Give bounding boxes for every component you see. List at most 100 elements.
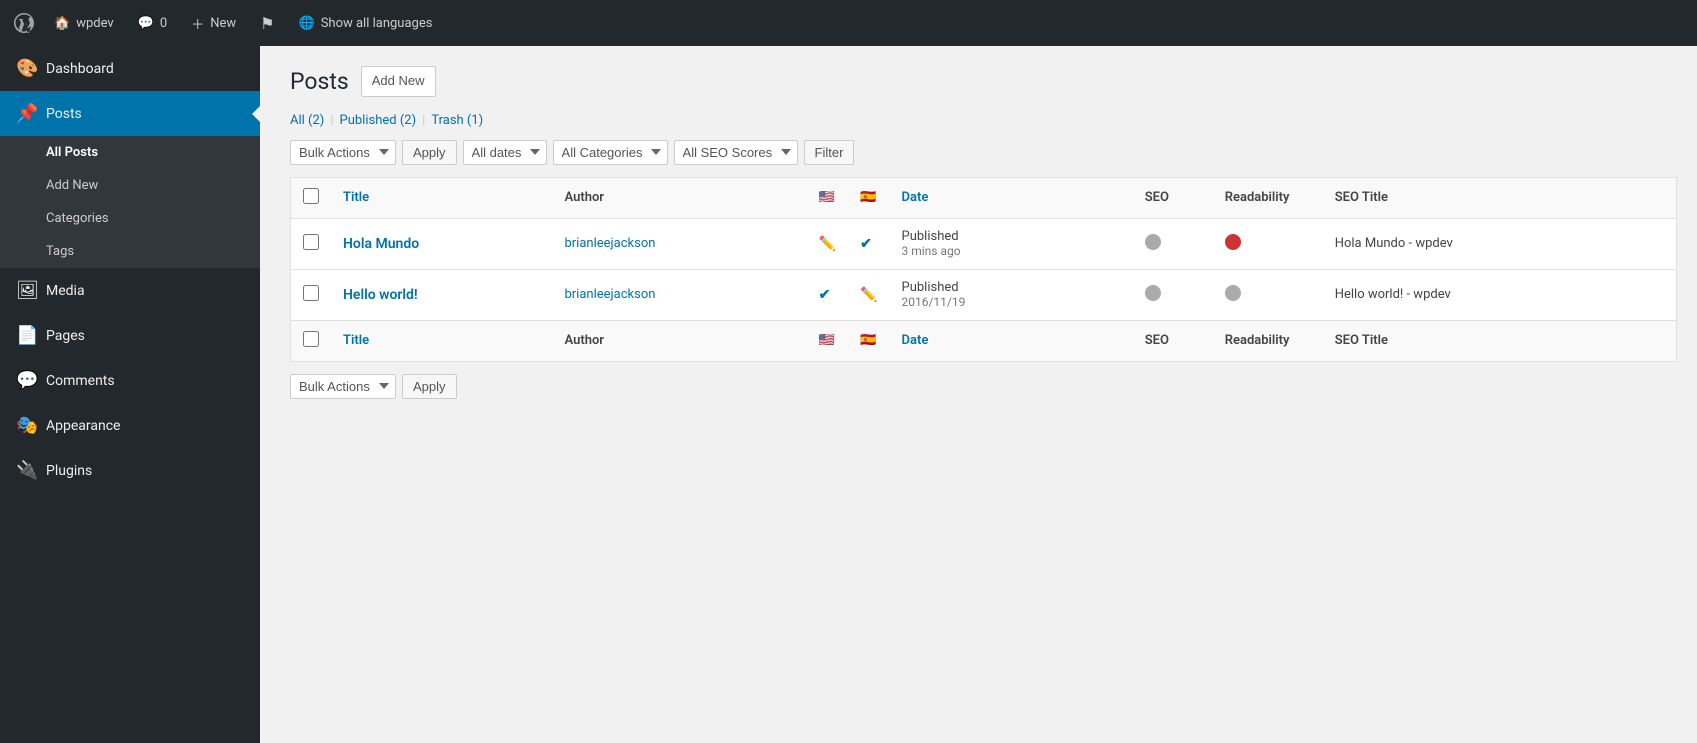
add-new-sub-label: Add New [46, 178, 98, 193]
col-seo-title-footer: SEO Title [1323, 320, 1677, 361]
adminbar-languages[interactable]: 🌐 Show all languages [289, 0, 443, 46]
row2-readability-cell [1213, 269, 1323, 320]
sidebar-label-media: Media [46, 283, 85, 299]
adminbar-site[interactable]: 🏠 wpdev [44, 0, 124, 46]
page-header: Posts Add New [290, 66, 1677, 97]
seo-scores-select[interactable]: All SEO Scores [674, 140, 798, 165]
col-date-footer[interactable]: Date [890, 320, 1133, 361]
title-sort-link[interactable]: Title [343, 190, 369, 205]
row1-checkbox[interactable] [303, 234, 319, 250]
sidebar-item-appearance[interactable]: 🎭 Appearance [0, 403, 260, 448]
row1-date-status: Published [902, 229, 959, 244]
filter-all[interactable]: All (2) [290, 113, 324, 128]
flag-us-footer-icon: 🇺🇸 [819, 333, 835, 348]
date-sort-link-footer[interactable]: Date [902, 333, 929, 348]
row1-pencil-icon[interactable]: ✏️ [819, 236, 836, 252]
table-foot: Title Author 🇺🇸 🇪🇸 Date SE [291, 320, 1677, 361]
row1-seo-cell [1133, 218, 1213, 269]
wp-logo[interactable] [8, 0, 40, 46]
dates-select[interactable]: All dates [463, 140, 547, 165]
col-title-footer[interactable]: Title [331, 320, 552, 361]
row2-date-sub: 2016/11/19 [902, 295, 966, 309]
row2-title-link[interactable]: Hello world! [343, 287, 418, 303]
sidebar-item-posts[interactable]: 📌 Posts [0, 91, 260, 136]
row1-seo-title-cell: Hola Mundo - wpdev [1323, 218, 1677, 269]
flag-us-icon: 🇺🇸 [819, 190, 835, 205]
bulk-actions-select-bottom[interactable]: Bulk Actions [290, 374, 396, 399]
select-all-footer[interactable] [291, 320, 332, 361]
sidebar-item-comments[interactable]: 💬 Comments [0, 358, 260, 403]
row1-title-cell: Hola Mundo [331, 218, 552, 269]
row2-flag-us-cell: ✔ [807, 269, 848, 320]
col-seo-title-header: SEO Title [1323, 177, 1677, 218]
posts-icon: 📌 [16, 103, 36, 124]
row2-seo-cell [1133, 269, 1213, 320]
row1-date-cell: Published 3 mins ago [890, 218, 1133, 269]
comments-count: 0 [160, 16, 167, 31]
posts-table: Title Author 🇺🇸 🇪🇸 Date SE [290, 177, 1677, 362]
sidebar-label-comments: Comments [46, 373, 115, 389]
col-title-header[interactable]: Title [331, 177, 552, 218]
row2-checkbox[interactable] [303, 285, 319, 301]
sidebar-item-pages[interactable]: 📄 Pages [0, 313, 260, 358]
row2-pencil-icon[interactable]: ✏️ [860, 287, 877, 303]
row1-flag-us-cell: ✏️ [807, 218, 848, 269]
categories-select[interactable]: All Categories [553, 140, 668, 165]
date-sort-link[interactable]: Date [902, 190, 929, 205]
row2-author-link[interactable]: brianleejackson [564, 287, 655, 302]
page-title: Posts [290, 68, 349, 95]
row1-flag-es-cell: ✔ [848, 218, 889, 269]
col-flag-es-footer: 🇪🇸 [848, 320, 889, 361]
select-all-checkbox[interactable] [303, 188, 319, 204]
col-author-header: Author [552, 177, 806, 218]
tablenav-bottom: Bulk Actions Apply [290, 374, 1677, 399]
sidebar-submenu-posts: All Posts Add New Categories Tags [0, 136, 260, 268]
row2-checkbox-cell[interactable] [291, 269, 332, 320]
table-row: Hello world! brianleejackson ✔ ✏️ Publis… [291, 269, 1677, 320]
flag-es-footer-icon: 🇪🇸 [860, 333, 876, 348]
sidebar-item-plugins[interactable]: 🔌 Plugins [0, 448, 260, 493]
sidebar-item-dashboard[interactable]: 🎨 Dashboard [0, 46, 260, 91]
pages-icon: 📄 [16, 325, 36, 346]
sidebar-item-categories[interactable]: Categories [0, 202, 260, 235]
filter-all-link[interactable]: All (2) [290, 113, 324, 128]
adminbar-yoast[interactable]: ⚑ [250, 0, 284, 46]
new-label: New [210, 16, 236, 31]
col-date-header[interactable]: Date [890, 177, 1133, 218]
apply-button-top[interactable]: Apply [402, 140, 457, 165]
row2-seo-title-cell: Hello world! - wpdev [1323, 269, 1677, 320]
col-seo-footer: SEO [1133, 320, 1213, 361]
sidebar-item-add-new[interactable]: Add New [0, 169, 260, 202]
sidebar-item-all-posts[interactable]: All Posts [0, 136, 260, 169]
bulk-actions-select-top[interactable]: Bulk Actions [290, 140, 396, 165]
row2-date-status: Published [902, 280, 959, 295]
sidebar-item-tags[interactable]: Tags [0, 235, 260, 268]
row1-readability-cell [1213, 218, 1323, 269]
row1-title-link[interactable]: Hola Mundo [343, 236, 419, 252]
filter-button[interactable]: Filter [804, 140, 855, 165]
adminbar-comments[interactable]: 💬 0 [128, 0, 178, 46]
row2-seo-title-text: Hello world! - wpdev [1335, 287, 1451, 302]
title-sort-link-footer[interactable]: Title [343, 333, 369, 348]
select-all-footer-checkbox[interactable] [303, 331, 319, 347]
filter-trash-link[interactable]: Trash (1) [431, 113, 483, 128]
add-new-button[interactable]: Add New [361, 66, 436, 97]
filter-published[interactable]: Published (2) [340, 113, 417, 128]
filter-published-link[interactable]: Published (2) [340, 113, 417, 128]
row1-seo-title-text: Hola Mundo - wpdev [1335, 236, 1453, 251]
table-footer-row: Title Author 🇺🇸 🇪🇸 Date SE [291, 320, 1677, 361]
adminbar-new[interactable]: ＋ New [181, 0, 246, 46]
row1-author-link[interactable]: brianleejackson [564, 236, 655, 251]
sidebar-label-appearance: Appearance [46, 418, 120, 434]
sidebar-item-media[interactable]: 🖼 Media [0, 268, 260, 313]
filter-trash[interactable]: Trash (1) [431, 113, 483, 128]
sidebar-label-plugins: Plugins [46, 463, 92, 479]
main-content: Posts Add New All (2) | Published (2) | … [260, 46, 1697, 743]
row1-checkbox-cell[interactable] [291, 218, 332, 269]
all-posts-label: All Posts [46, 145, 98, 160]
apply-button-bottom[interactable]: Apply [402, 374, 457, 399]
row2-author-cell: brianleejackson [552, 269, 806, 320]
sidebar-label-dashboard: Dashboard [46, 61, 114, 77]
select-all-header[interactable] [291, 177, 332, 218]
appearance-icon: 🎭 [16, 415, 36, 436]
